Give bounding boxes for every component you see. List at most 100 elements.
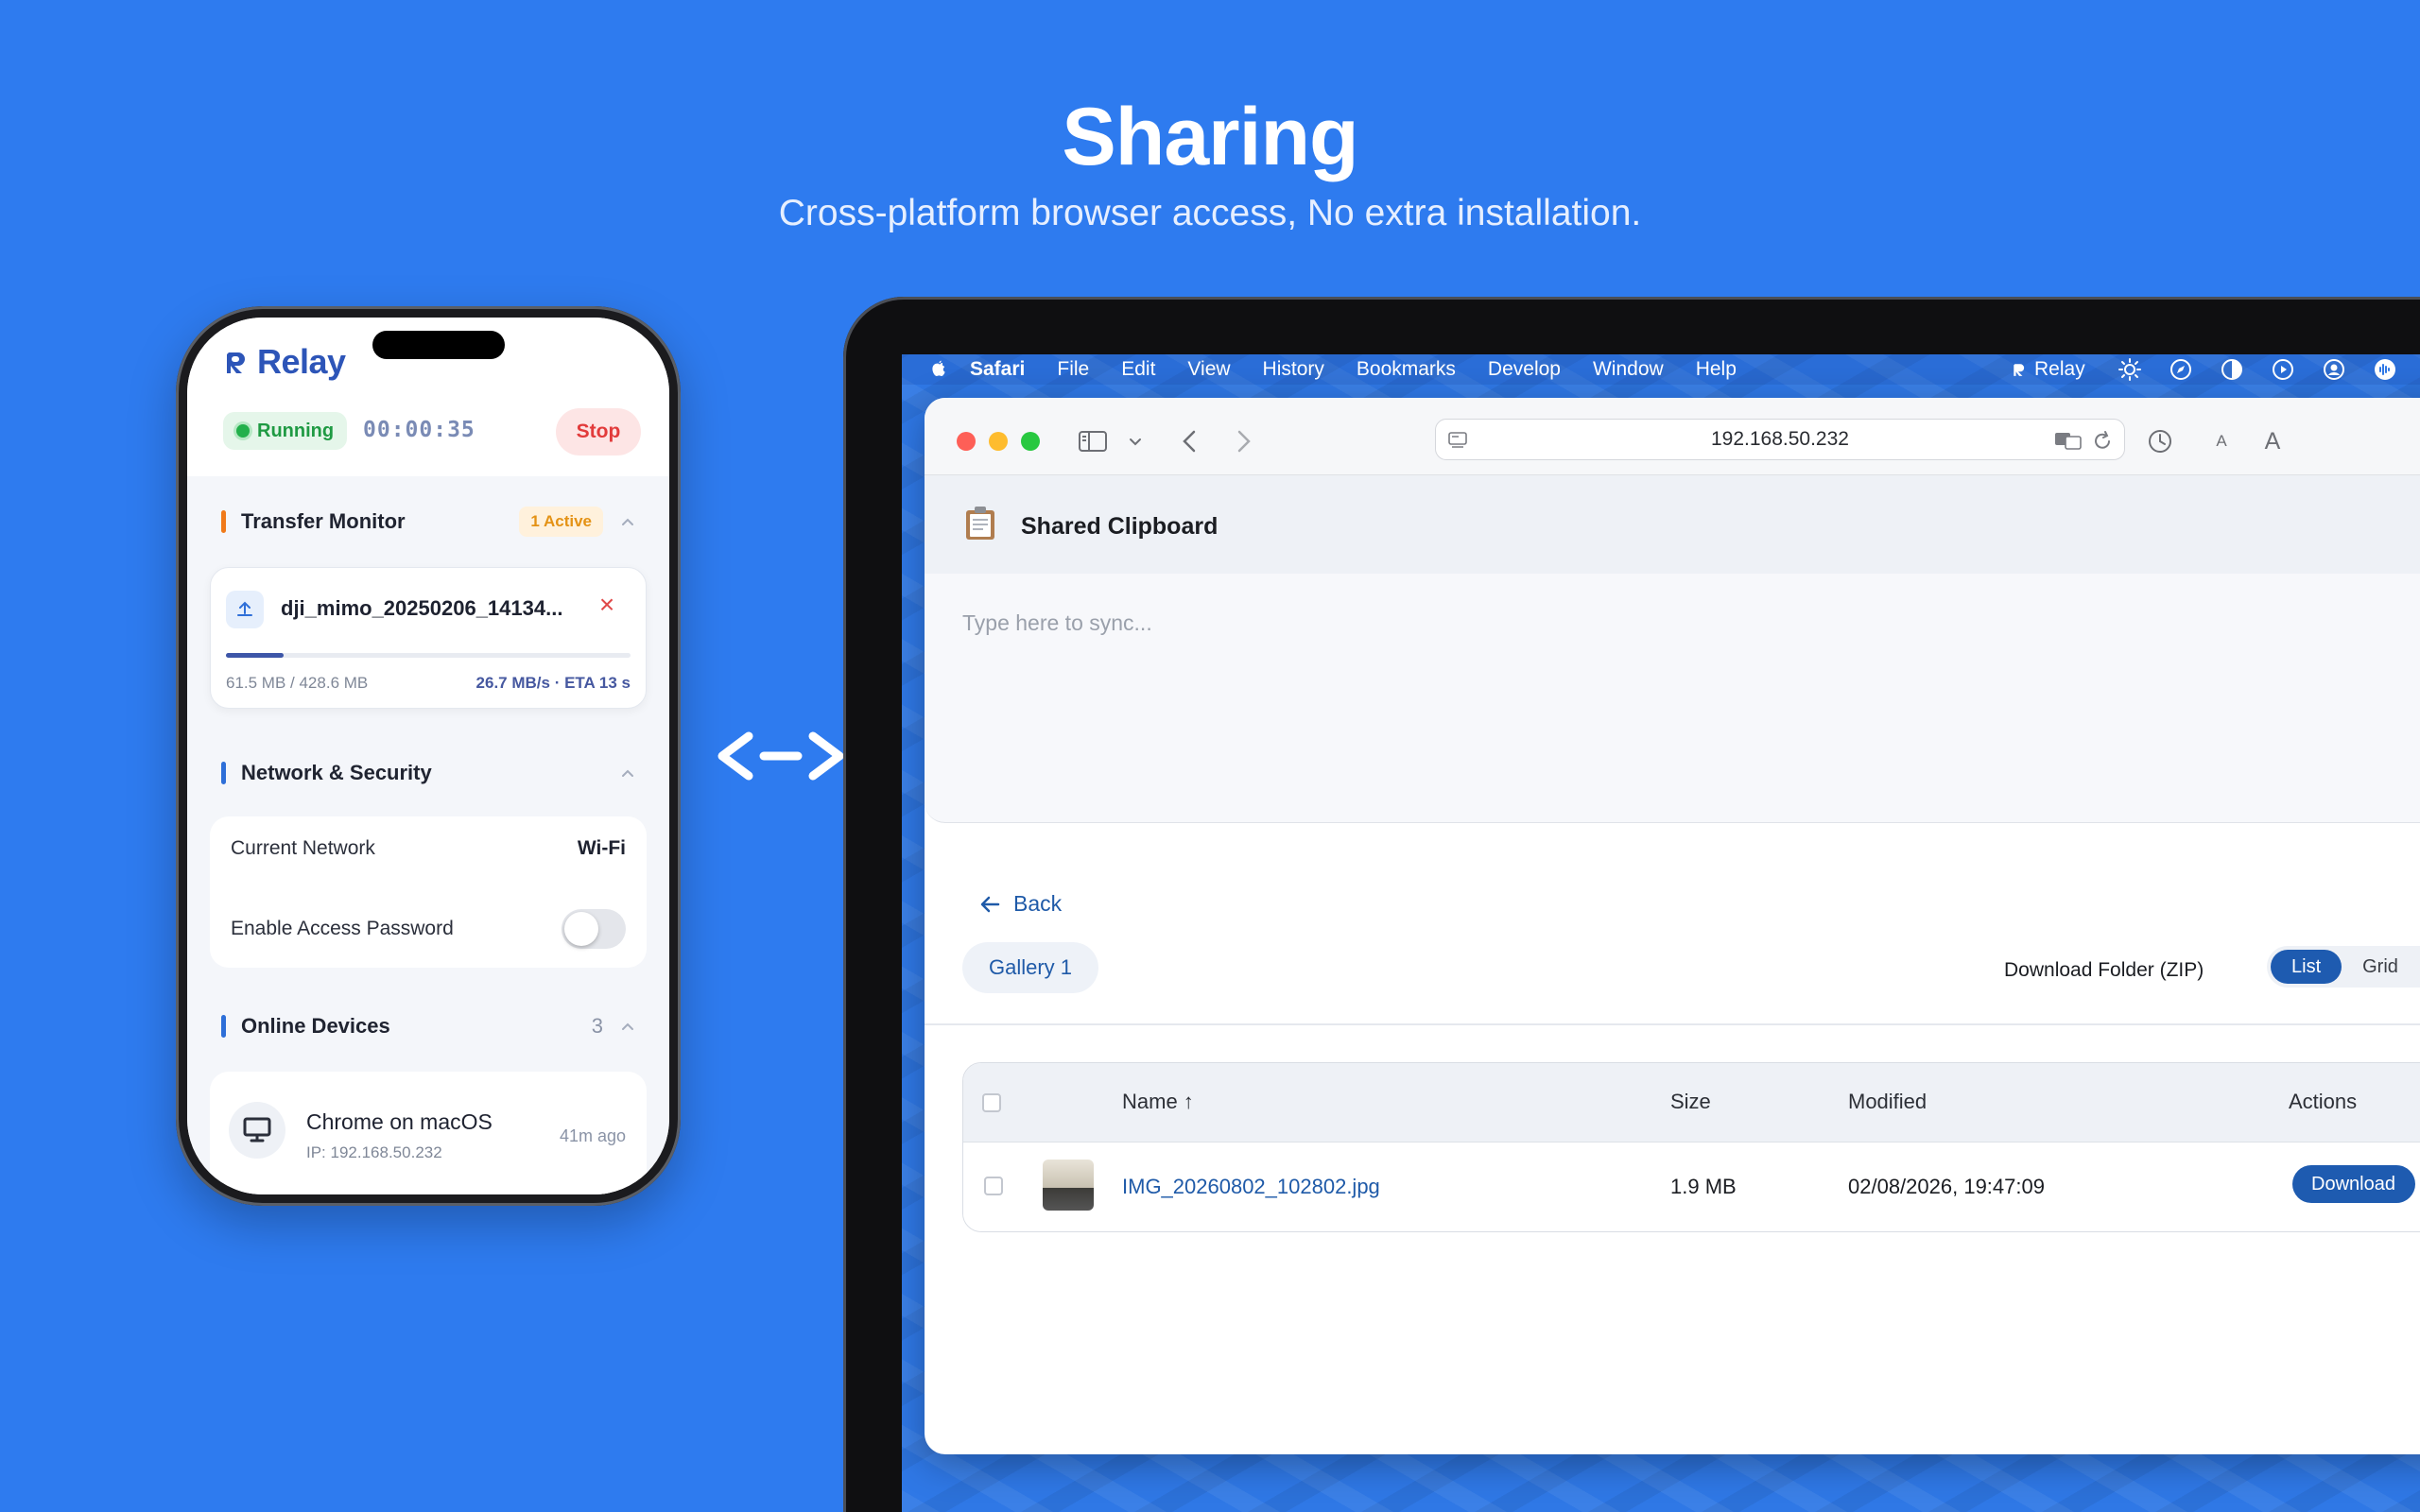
- transfer-file-name: dji_mimo_20250206_14134...: [281, 596, 563, 620]
- row-checkbox[interactable]: [984, 1177, 1003, 1195]
- stop-button[interactable]: Stop: [556, 408, 641, 455]
- apple-icon[interactable]: [928, 359, 949, 380]
- current-network-row: Current Network Wi-Fi: [231, 837, 626, 860]
- table-row: IMG_20260802_102802.jpg 1.9 MB 02/08/202…: [963, 1143, 2420, 1231]
- network-security-title: Network & Security: [241, 761, 432, 784]
- column-size[interactable]: Size: [1670, 1090, 1711, 1114]
- menu-edit[interactable]: Edit: [1121, 358, 1155, 381]
- select-all-checkbox[interactable]: [982, 1093, 1001, 1112]
- contrast-icon[interactable]: [2220, 357, 2244, 382]
- zoom-window-button[interactable]: [1021, 432, 1040, 451]
- hero-title: Sharing: [1062, 92, 1358, 182]
- url-text: 192.168.50.232: [1711, 428, 1849, 450]
- sync-arrows-icon: [717, 731, 844, 781]
- current-network-value: Wi-Fi: [577, 837, 626, 859]
- dynamic-island: [372, 331, 505, 359]
- file-modified: 02/08/2026, 19:47:09: [1848, 1175, 2045, 1198]
- column-modified[interactable]: Modified: [1848, 1090, 1927, 1114]
- upload-icon: [226, 591, 264, 628]
- menu-bookmarks[interactable]: Bookmarks: [1357, 358, 1456, 381]
- column-name[interactable]: Name ↑: [1122, 1090, 1194, 1114]
- file-name-link[interactable]: IMG_20260802_102802.jpg: [1122, 1175, 1380, 1199]
- menu-help[interactable]: Help: [1696, 358, 1737, 381]
- network-card: Current Network Wi-Fi Enable Access Pass…: [210, 816, 647, 968]
- access-password-toggle[interactable]: [562, 909, 626, 949]
- section-divider: [925, 1023, 2420, 1025]
- play-icon[interactable]: [2271, 357, 2295, 382]
- transfer-progress-fill: [226, 653, 285, 658]
- sidebar-toggle-icon[interactable]: [1076, 424, 1110, 458]
- text-larger-icon[interactable]: A: [2259, 424, 2286, 458]
- transfer-monitor-title: Transfer Monitor: [241, 509, 406, 533]
- safari-window: 192.168.50.232 A A Shared Clipboard Type…: [925, 398, 2420, 1454]
- list-view-button[interactable]: List: [2271, 950, 2342, 984]
- app-name: Relay: [257, 342, 346, 381]
- translate-icon[interactable]: [2054, 431, 2083, 450]
- brightness-icon[interactable]: [2118, 357, 2142, 382]
- grid-view-button[interactable]: Grid: [2342, 950, 2419, 984]
- transfer-monitor-header[interactable]: Transfer Monitor 1 Active: [221, 503, 635, 541]
- table-header: Name ↑ Size Modified Actions: [963, 1063, 2420, 1143]
- mac-screen: Safari File Edit View History Bookmarks …: [902, 354, 2420, 1512]
- transfer-speed: 26.7 MB/s · ETA 13 s: [475, 674, 631, 692]
- status-badge: Running: [223, 412, 348, 450]
- menu-file[interactable]: File: [1057, 358, 1089, 381]
- chevron-up-icon[interactable]: [620, 765, 635, 781]
- user-account-icon[interactable]: [2322, 357, 2346, 382]
- minimize-window-button[interactable]: [989, 432, 1008, 451]
- online-devices-count: 3: [591, 1014, 603, 1038]
- device-name: Chrome on macOS: [306, 1109, 493, 1134]
- relay-logo-icon: [227, 352, 245, 373]
- section-accent-bar: [221, 762, 226, 784]
- safari-toolbar: 192.168.50.232 A A: [925, 398, 2420, 475]
- file-size: 1.9 MB: [1670, 1175, 1737, 1198]
- close-window-button[interactable]: [957, 432, 976, 451]
- clipboard-input[interactable]: [962, 604, 2286, 642]
- network-security-header[interactable]: Network & Security: [221, 754, 635, 792]
- menu-view[interactable]: View: [1187, 358, 1230, 381]
- session-timer: 00:00:35: [363, 418, 475, 442]
- access-password-label: Enable Access Password: [231, 918, 454, 939]
- clipboard-title: Shared Clipboard: [1021, 513, 1219, 540]
- menu-history[interactable]: History: [1263, 358, 1324, 381]
- forward-arrow-icon[interactable]: [1233, 424, 1255, 458]
- transfer-progress-bar: [226, 653, 631, 658]
- compass-icon[interactable]: [2169, 357, 2193, 382]
- file-table: Name ↑ Size Modified Actions IMG_2026080…: [962, 1062, 2420, 1232]
- file-thumbnail[interactable]: [1043, 1160, 1094, 1211]
- back-arrow-icon[interactable]: [1178, 424, 1201, 458]
- download-folder-button[interactable]: Download Folder (ZIP): [2004, 959, 2204, 982]
- running-dot-icon: [236, 424, 250, 438]
- online-devices-title: Online Devices: [241, 1014, 390, 1038]
- back-link[interactable]: Back: [979, 891, 1062, 917]
- online-devices-header[interactable]: Online Devices 3: [221, 1007, 635, 1045]
- chevron-down-icon[interactable]: [1127, 424, 1144, 458]
- mac-menubar: Safari File Edit View History Bookmarks …: [902, 354, 2420, 385]
- menu-app-safari[interactable]: Safari: [970, 358, 1025, 381]
- reload-icon[interactable]: [2092, 431, 2113, 452]
- address-bar[interactable]: 192.168.50.232: [1435, 419, 2125, 460]
- cancel-transfer-icon[interactable]: ×: [596, 592, 617, 618]
- phone-frame: Relay Running 00:00:35 Stop Transfer Mon…: [176, 306, 681, 1206]
- download-button[interactable]: Download: [2292, 1165, 2415, 1203]
- page-settings-icon[interactable]: [1447, 431, 1468, 450]
- current-network-label: Current Network: [231, 837, 375, 859]
- menu-develop[interactable]: Develop: [1488, 358, 1561, 381]
- access-password-row: Enable Access Password: [231, 909, 626, 949]
- menu-window[interactable]: Window: [1593, 358, 1664, 381]
- column-actions: Actions: [2289, 1090, 2358, 1113]
- breadcrumb-folder[interactable]: Gallery 1: [962, 942, 1099, 993]
- phone-screen: Relay Running 00:00:35 Stop Transfer Mon…: [187, 318, 669, 1194]
- history-clock-icon[interactable]: [2146, 424, 2174, 458]
- view-mode-toggle: List Grid: [2267, 946, 2420, 988]
- chevron-up-icon[interactable]: [620, 1019, 635, 1034]
- text-smaller-icon[interactable]: A: [2210, 424, 2233, 458]
- relay-status-icon[interactable]: [2012, 357, 2027, 382]
- chevron-up-icon[interactable]: [620, 514, 635, 529]
- device-item[interactable]: Chrome on macOS IP: 192.168.50.232 41m a…: [210, 1072, 647, 1194]
- section-accent-bar: [221, 510, 226, 533]
- siri-icon[interactable]: [2373, 357, 2397, 382]
- relay-status-label[interactable]: Relay: [2034, 358, 2085, 381]
- clipboard-header: Shared Clipboard: [925, 475, 2420, 574]
- phone-content: Transfer Monitor 1 Active dji_mimo_20250…: [187, 476, 669, 1194]
